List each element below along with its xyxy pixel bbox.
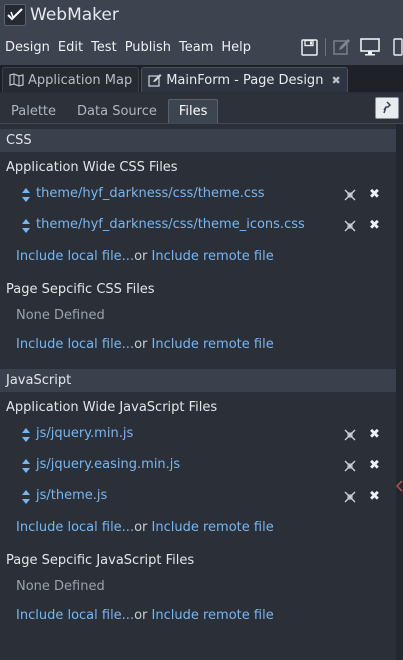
edit-icon[interactable] bbox=[332, 37, 352, 57]
page-css-title: Page Sepcific CSS Files bbox=[6, 282, 155, 297]
map-icon bbox=[9, 73, 24, 87]
tab-palette[interactable]: Palette bbox=[1, 99, 66, 123]
menu-bar: Design Edit Test Publish Team Help bbox=[0, 29, 403, 65]
app-wide-js-title: Application Wide JavaScript Files bbox=[6, 400, 218, 415]
toolbar-separator bbox=[325, 38, 326, 56]
list-item: js/jquery.easing.min.js ✖ bbox=[0, 455, 396, 477]
menu-help[interactable]: Help bbox=[221, 40, 251, 55]
close-icon[interactable]: ✖ bbox=[331, 74, 340, 87]
mobile-icon[interactable] bbox=[388, 37, 403, 57]
or-text: or bbox=[134, 608, 148, 623]
collapse-arrow-icon[interactable] bbox=[395, 480, 403, 492]
panel-edge bbox=[396, 124, 403, 660]
include-local-link[interactable]: Include local file... bbox=[16, 337, 134, 352]
document-tabs: Application Map MainForm - Page Design ✖ bbox=[0, 65, 403, 92]
or-text: or bbox=[134, 337, 148, 352]
tab-data-source[interactable]: Data Source bbox=[67, 99, 167, 123]
delete-icon[interactable]: ✖ bbox=[369, 427, 380, 442]
delete-icon[interactable]: ✖ bbox=[369, 218, 380, 233]
edit-path-icon[interactable] bbox=[344, 429, 356, 441]
edit-icon bbox=[148, 73, 162, 87]
drag-handle-icon[interactable] bbox=[21, 490, 31, 504]
or-text: or bbox=[134, 249, 148, 264]
tab-label: Application Map bbox=[28, 72, 133, 88]
drag-handle-icon[interactable] bbox=[21, 188, 31, 202]
delete-icon[interactable]: ✖ bbox=[369, 489, 380, 504]
tab-files[interactable]: Files bbox=[167, 99, 219, 123]
js-none-defined: None Defined bbox=[16, 579, 105, 594]
panel-tabs: Palette Data Source Files bbox=[0, 94, 403, 124]
page-js-title: Page Sepcific JavaScript Files bbox=[6, 553, 195, 568]
edit-path-icon[interactable] bbox=[344, 491, 356, 503]
menu-toolbar bbox=[299, 37, 403, 57]
app-wide-css-title: Application Wide CSS Files bbox=[6, 160, 178, 175]
include-remote-link[interactable]: Include remote file bbox=[152, 520, 274, 535]
include-local-link[interactable]: Include local file... bbox=[16, 249, 134, 264]
tab-application-map[interactable]: Application Map bbox=[2, 67, 140, 92]
list-item: theme/hyf_darkness/css/theme.css ✖ bbox=[0, 184, 396, 206]
monitor-icon[interactable] bbox=[360, 37, 380, 57]
delete-icon[interactable]: ✖ bbox=[369, 458, 380, 473]
list-item: theme/hyf_darkness/css/theme_icons.css ✖ bbox=[0, 215, 396, 237]
save-icon[interactable] bbox=[299, 37, 319, 57]
app-title: WebMaker bbox=[30, 4, 119, 25]
webmaker-logo-icon bbox=[4, 3, 26, 26]
js-page-include-line: Include local file...or Include remote f… bbox=[16, 608, 274, 623]
delete-icon[interactable]: ✖ bbox=[369, 187, 380, 202]
css-none-defined: None Defined bbox=[16, 308, 105, 323]
css-app-include-line: Include local file...or Include remote f… bbox=[16, 249, 274, 264]
file-link[interactable]: theme/hyf_darkness/css/theme.css bbox=[36, 186, 265, 201]
or-text: or bbox=[134, 520, 148, 535]
menu-publish[interactable]: Publish bbox=[125, 40, 171, 55]
include-local-link[interactable]: Include local file... bbox=[16, 608, 134, 623]
js-section-header: JavaScript bbox=[0, 369, 403, 392]
file-link[interactable]: js/jquery.easing.min.js bbox=[36, 457, 180, 472]
title-bar: WebMaker bbox=[0, 0, 403, 29]
file-link[interactable]: js/jquery.min.js bbox=[36, 426, 133, 441]
css-section-header: CSS bbox=[0, 129, 403, 152]
file-link[interactable]: theme/hyf_darkness/css/theme_icons.css bbox=[36, 217, 305, 232]
file-link[interactable]: js/theme.js bbox=[36, 488, 107, 503]
pin-icon bbox=[383, 101, 392, 114]
drag-handle-icon[interactable] bbox=[21, 459, 31, 473]
list-item: js/theme.js ✖ bbox=[0, 486, 396, 508]
list-item: js/jquery.min.js ✖ bbox=[0, 424, 396, 446]
menu-edit[interactable]: Edit bbox=[58, 40, 83, 55]
include-remote-link[interactable]: Include remote file bbox=[152, 337, 274, 352]
menu-team[interactable]: Team bbox=[179, 40, 213, 55]
include-local-link[interactable]: Include local file... bbox=[16, 520, 134, 535]
include-remote-link[interactable]: Include remote file bbox=[152, 249, 274, 264]
js-app-include-line: Include local file...or Include remote f… bbox=[16, 520, 274, 535]
drag-handle-icon[interactable] bbox=[21, 428, 31, 442]
drag-handle-icon[interactable] bbox=[21, 219, 31, 233]
include-remote-link[interactable]: Include remote file bbox=[152, 608, 274, 623]
tab-label: MainForm - Page Design bbox=[166, 72, 324, 88]
css-page-include-line: Include local file...or Include remote f… bbox=[16, 337, 274, 352]
tab-mainform-page-design[interactable]: MainForm - Page Design ✖ bbox=[141, 67, 348, 92]
pin-button[interactable] bbox=[375, 97, 399, 119]
edit-path-icon[interactable] bbox=[344, 220, 356, 232]
menu-design[interactable]: Design bbox=[5, 40, 50, 55]
menu-test[interactable]: Test bbox=[91, 40, 117, 55]
edit-path-icon[interactable] bbox=[344, 460, 356, 472]
edit-path-icon[interactable] bbox=[344, 189, 356, 201]
